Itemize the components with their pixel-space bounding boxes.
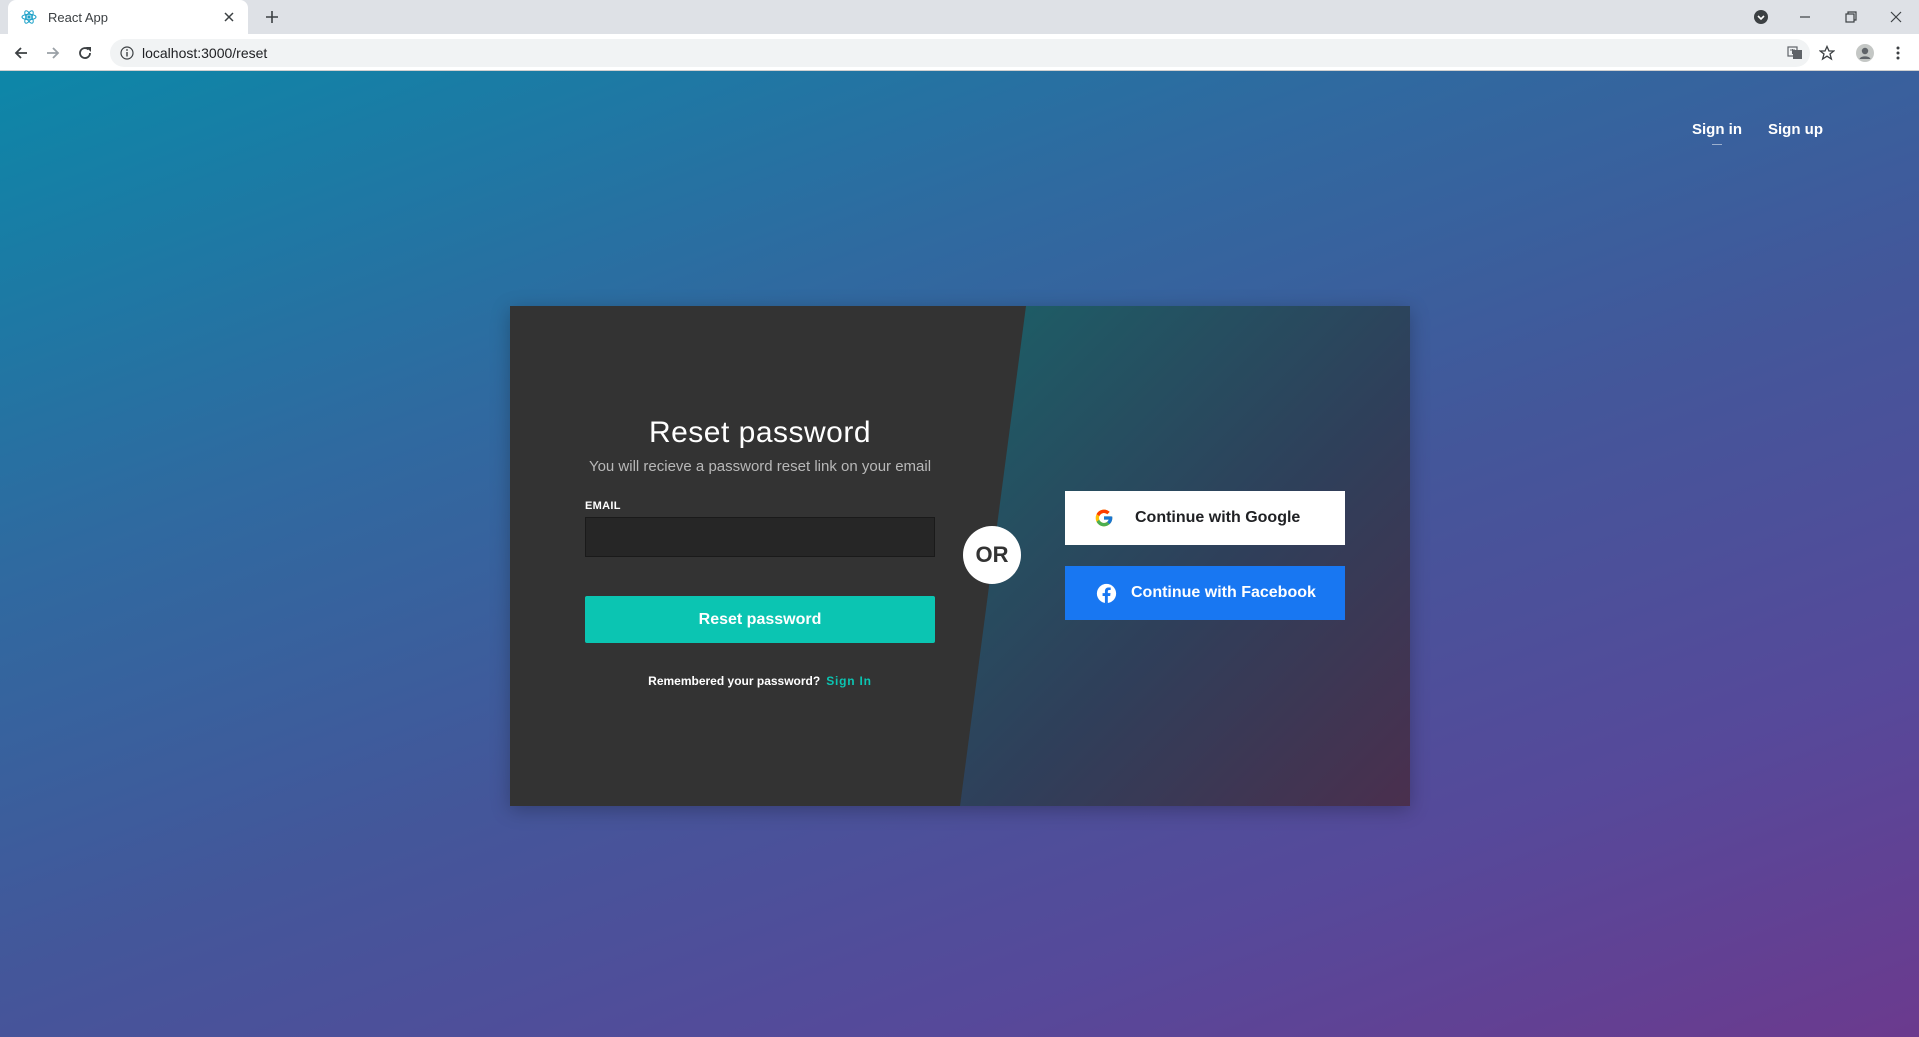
page-background: Sign in Sign up Reset password You will … — [0, 71, 1919, 1037]
profile-avatar-icon[interactable] — [1853, 41, 1877, 65]
sign-in-link[interactable]: Sign in — [1692, 121, 1742, 145]
browser-tab[interactable]: React App — [8, 0, 248, 34]
facebook-button-label: Continue with Facebook — [1131, 584, 1316, 601]
facebook-logo-icon — [1095, 582, 1117, 604]
address-bar[interactable]: localhost:3000/reset — [110, 39, 1810, 67]
page-title: Reset password — [648, 416, 872, 449]
reset-password-card: Reset password You will recieve a passwo… — [510, 306, 1410, 806]
email-label: EMAIL — [585, 500, 621, 512]
menu-kebab-icon[interactable] — [1886, 41, 1910, 65]
or-divider-badge: OR — [963, 526, 1021, 584]
continue-with-google-button[interactable]: Continue with Google — [1065, 491, 1345, 545]
react-logo-icon — [20, 8, 38, 26]
back-arrow-icon[interactable] — [9, 41, 33, 65]
reset-password-button[interactable]: Reset password — [585, 596, 935, 643]
google-button-label: Continue with Google — [1135, 509, 1301, 526]
email-input[interactable] — [585, 517, 935, 557]
forward-arrow-icon[interactable] — [41, 41, 65, 65]
top-nav: Sign in Sign up — [1692, 121, 1823, 145]
reload-icon[interactable] — [73, 41, 97, 65]
sign-in-link-inline[interactable]: Sign In — [826, 674, 872, 688]
remember-password-row: Remembered your password? Sign In — [585, 674, 935, 688]
close-tab-icon[interactable] — [220, 8, 238, 26]
bookmark-star-icon[interactable] — [1815, 41, 1839, 65]
tab-search-icon[interactable] — [1738, 0, 1784, 34]
browser-toolbar: localhost:3000/reset — [0, 34, 1919, 71]
remember-text: Remembered your password? — [648, 674, 821, 688]
info-icon[interactable] — [118, 44, 136, 62]
translate-icon[interactable] — [1786, 44, 1804, 62]
restore-icon[interactable] — [1828, 0, 1874, 34]
continue-with-facebook-button[interactable]: Continue with Facebook — [1065, 566, 1345, 620]
close-window-icon[interactable] — [1873, 0, 1919, 34]
google-logo-icon — [1093, 507, 1115, 529]
url-text[interactable]: localhost:3000/reset — [142, 39, 267, 67]
new-tab-icon[interactable] — [262, 7, 282, 27]
form-subtitle: You will recieve a password reset link o… — [588, 458, 932, 475]
sign-up-link[interactable]: Sign up — [1768, 121, 1823, 138]
browser-tab-bar: React App — [0, 0, 1919, 34]
minimize-icon[interactable] — [1782, 0, 1828, 34]
tab-title: React App — [48, 9, 108, 25]
